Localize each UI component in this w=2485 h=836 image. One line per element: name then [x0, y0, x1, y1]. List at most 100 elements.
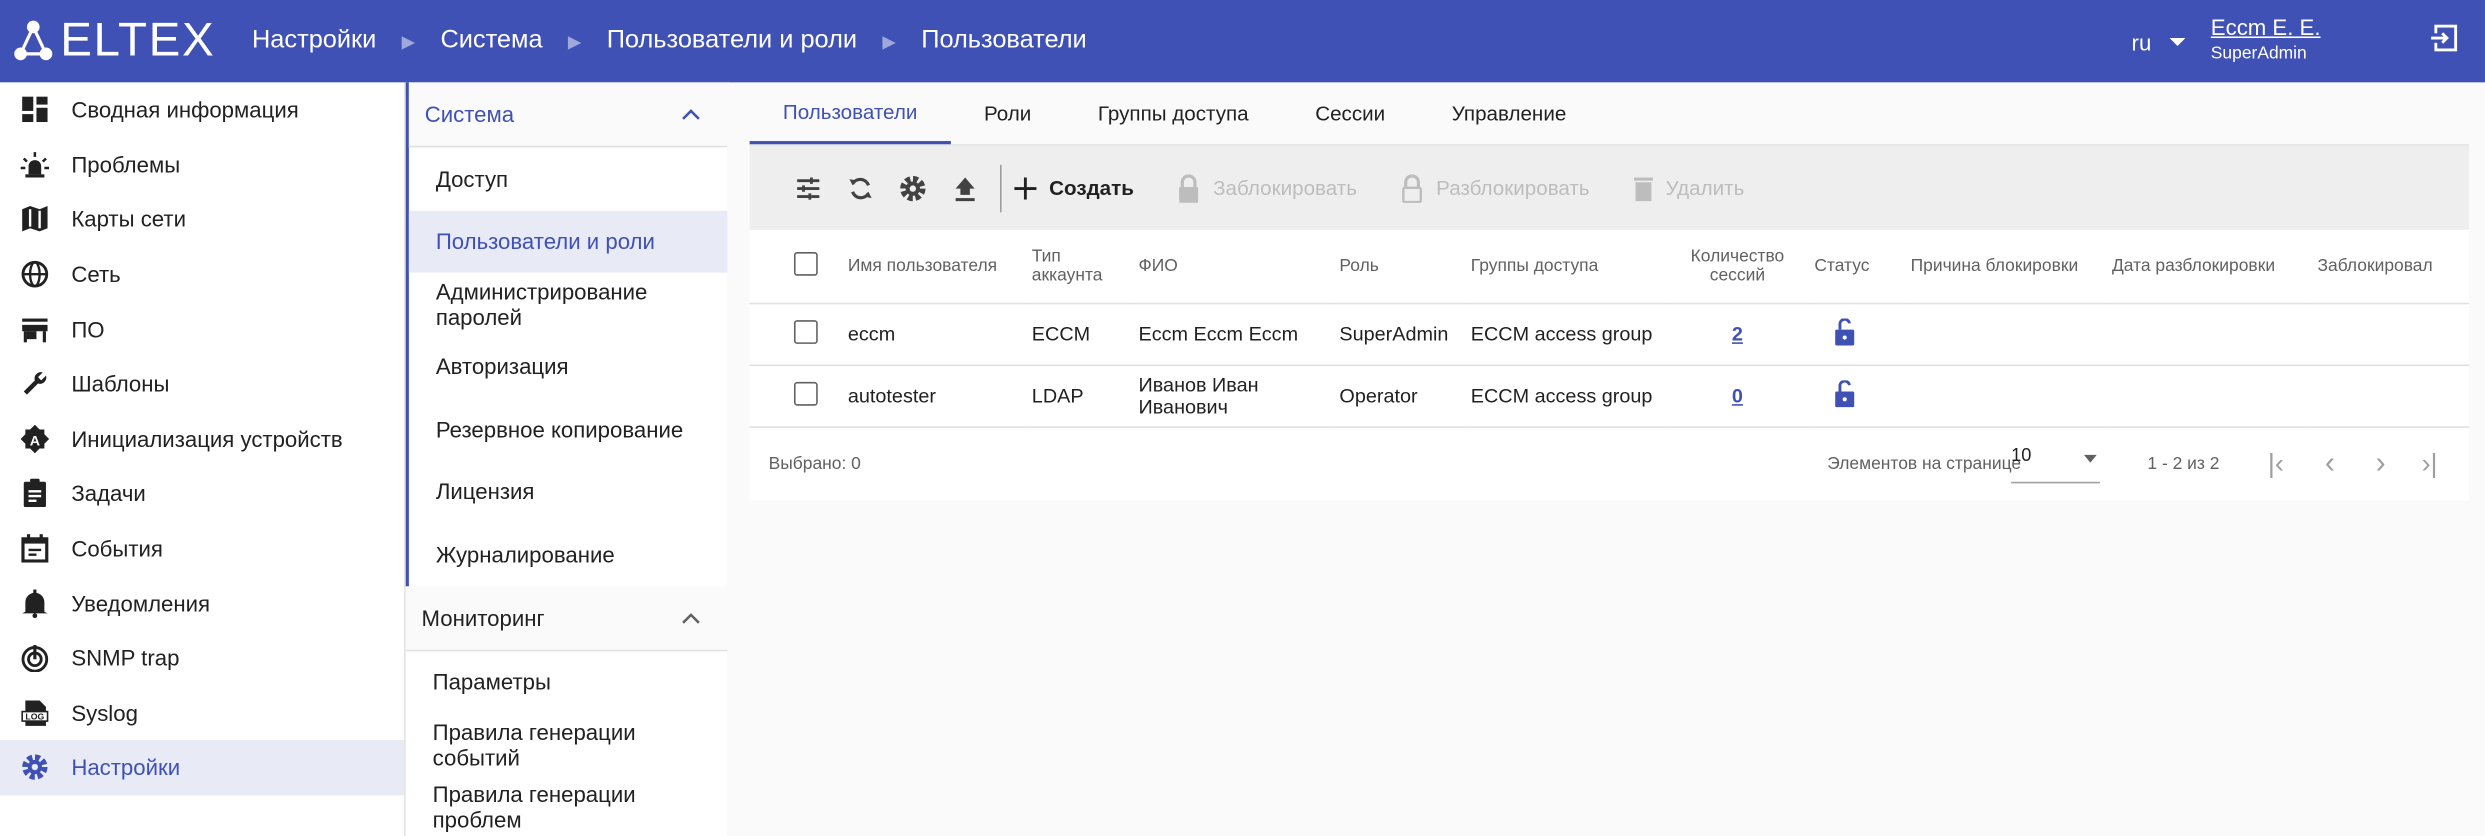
submenu-item[interactable]: Доступ: [409, 147, 728, 210]
column-header-label: Имя пользователя: [847, 256, 998, 276]
submenu-item[interactable]: Журналирование: [409, 523, 728, 586]
submenu-item[interactable]: Пользователи и роли: [408, 209, 728, 273]
first-page-icon[interactable]: |‹: [2268, 448, 2284, 480]
upload-icon[interactable]: [938, 162, 990, 214]
lock-button[interactable]: Заблокировать: [1178, 173, 1357, 203]
user-name-link[interactable]: Eccm E. E.: [2211, 14, 2321, 39]
breadcrumb-item[interactable]: Система: [440, 27, 542, 56]
caret-down-icon: [2084, 454, 2097, 463]
submenu-item-label: Параметры: [432, 669, 551, 695]
sidebar-item[interactable]: События: [0, 521, 404, 576]
gear-icon: [22, 755, 48, 781]
column-header[interactable]: Тип аккаунта: [1025, 229, 1133, 305]
unlocked-icon[interactable]: [1833, 379, 1855, 408]
sidebar-item-label: Сводная информация: [71, 97, 299, 123]
table-row[interactable]: eccm ECCM Eccm Eccm Eccm SuperAdmin ECCM acc…: [749, 303, 2470, 367]
tab[interactable]: Группы доступа: [1065, 82, 1282, 144]
cell-status: [1807, 365, 1905, 428]
column-header[interactable]: Количество сессий: [1666, 229, 1808, 305]
per-page-select[interactable]: 10: [2011, 447, 2100, 484]
chevron-up-icon: [682, 109, 700, 120]
submenu-item[interactable]: Лицензия: [409, 460, 728, 523]
tab[interactable]: Сессии: [1282, 82, 1419, 144]
column-header[interactable]: Имя пользователя: [841, 229, 1026, 305]
language-select[interactable]: ru: [2132, 30, 2152, 55]
submenu-item[interactable]: Администрирование паролей: [409, 273, 728, 336]
logout-icon[interactable]: [2429, 24, 2458, 53]
cell-type: ECCM: [1025, 303, 1133, 367]
sidebar-item[interactable]: Уведомления: [0, 576, 404, 631]
next-page-icon[interactable]: ›: [2376, 447, 2386, 482]
refresh-icon[interactable]: [834, 162, 886, 214]
breadcrumb-item[interactable]: Настройки: [252, 27, 376, 56]
column-header[interactable]: Причина блокировки: [1904, 229, 2106, 305]
settings-gear-icon[interactable]: [886, 162, 938, 214]
submenu-group: Мониторинг Параметры Правила генерации соб…: [405, 585, 728, 836]
sidebar-item[interactable]: Сводная информация: [0, 82, 404, 137]
column-header-label: Роль: [1339, 256, 1379, 276]
column-header[interactable]: ФИО: [1132, 229, 1334, 305]
table-row[interactable]: autotester LDAP Иванов Иван Иванович Operat…: [749, 365, 2470, 428]
column-header[interactable]: Группы доступа: [1464, 229, 1667, 305]
submenu-item[interactable]: Авторизация: [409, 335, 728, 398]
submenu-group-header[interactable]: Система: [408, 82, 728, 148]
sidebar-item[interactable]: SNMP trap: [0, 631, 404, 686]
unlocked-icon[interactable]: [1833, 317, 1855, 346]
column-header[interactable]: Дата разблокировки: [2105, 229, 2312, 305]
unlock-label: Разблокировать: [1436, 175, 1590, 200]
submenu-group-header[interactable]: Мониторинг: [405, 585, 728, 651]
submenu-item-label: Правила генерации событий: [432, 719, 636, 770]
tab[interactable]: Роли: [951, 82, 1065, 144]
sessions-link[interactable]: 0: [1732, 385, 1743, 407]
submenu-item-label: Резервное копирование: [435, 416, 684, 442]
submenu-item-label: Лицензия: [435, 479, 535, 505]
sidebar-item[interactable]: LOG Syslog: [0, 685, 404, 740]
row-checkbox[interactable]: [793, 320, 818, 344]
caret-down-icon[interactable]: [2169, 38, 2186, 46]
row-checkbox[interactable]: [793, 381, 818, 406]
filter-sliders-icon[interactable]: [781, 162, 833, 214]
select-all-checkbox[interactable]: [793, 251, 818, 276]
submenu-item[interactable]: Резервное копирование: [409, 398, 728, 461]
sidebar-item[interactable]: Настройки: [0, 740, 405, 796]
svg-text:LOG: LOG: [25, 711, 44, 721]
cell-username: autotester: [841, 365, 1026, 428]
sidebar-item[interactable]: ПО: [0, 302, 404, 357]
sidebar-item[interactable]: Карты сети: [0, 192, 404, 247]
sessions-link[interactable]: 2: [1732, 323, 1743, 345]
submenu-item[interactable]: Правила генерации событий: [406, 713, 728, 776]
alarm-icon: [20, 151, 50, 178]
cell-status: [1807, 303, 1905, 367]
column-header[interactable]: Заблокировал: [2311, 229, 2470, 305]
tab[interactable]: Управление: [1418, 82, 1599, 144]
eltex-logo[interactable]: ELTEX: [13, 14, 216, 67]
unlock-button[interactable]: Разблокировать: [1401, 173, 1590, 203]
last-page-icon[interactable]: ›|: [2422, 448, 2438, 480]
sidebar-item[interactable]: A Инициализация устройств: [0, 411, 404, 466]
sidebar-item[interactable]: Проблемы: [0, 137, 404, 192]
column-header-label: Дата разблокировки: [2111, 256, 2276, 276]
cell-role: Operator: [1333, 365, 1465, 428]
column-header-label: Заблокировал: [2317, 256, 2433, 276]
submenu-item[interactable]: Правила генерации проблем: [406, 776, 728, 836]
prev-page-icon[interactable]: ‹: [2325, 447, 2335, 482]
log-icon: LOG: [21, 700, 49, 726]
sidebar-item[interactable]: Сеть: [0, 247, 404, 302]
submenu-group: Система Доступ Пользователи и роли Админист…: [405, 82, 728, 586]
per-page-label: Элементов на странице: [1827, 454, 2022, 474]
sidebar-item[interactable]: Шаблоны: [0, 357, 404, 412]
breadcrumb-item[interactable]: Пользователи и роли: [607, 27, 857, 56]
submenu-item-label: Администрирование паролей: [435, 278, 648, 330]
globe-icon: [21, 260, 49, 288]
sidebar-item[interactable]: Задачи: [0, 466, 404, 521]
lock-label: Заблокировать: [1213, 175, 1357, 200]
store-icon: [22, 318, 48, 342]
submenu-item[interactable]: Параметры: [406, 651, 728, 714]
calendar-icon: [21, 534, 49, 563]
column-header[interactable]: Статус: [1807, 229, 1905, 305]
sidebar-item-label: Проблемы: [71, 151, 181, 178]
column-header[interactable]: Роль: [1333, 229, 1465, 305]
delete-button[interactable]: Удалить: [1633, 175, 1744, 201]
tab[interactable]: Пользователи: [749, 82, 951, 145]
create-button[interactable]: Создать: [1014, 176, 1134, 200]
